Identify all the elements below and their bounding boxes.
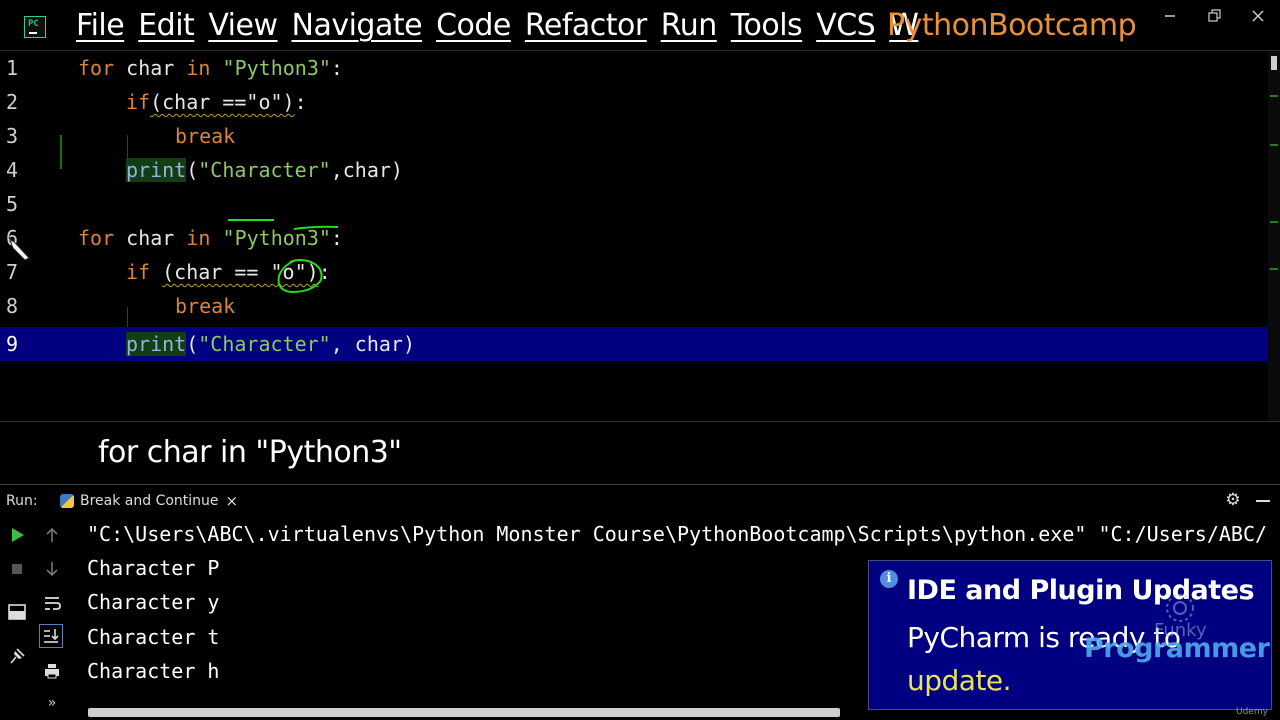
pycharm-logo-icon: PC — [24, 16, 46, 38]
down-arrow-icon[interactable] — [41, 558, 63, 580]
error-stripe-mark[interactable] — [1270, 95, 1278, 97]
minimize-icon[interactable] — [1256, 500, 1270, 502]
pin-icon[interactable] — [6, 645, 28, 667]
run-toolbar — [0, 517, 35, 720]
console-line: Character t — [87, 625, 220, 649]
title-bar: PC File Edit View Navigate Code Refactor… — [0, 0, 1280, 51]
soft-wrap-icon[interactable] — [41, 592, 63, 614]
line-number: 9 — [6, 332, 19, 356]
code-text: for char in "Python3": — [78, 56, 343, 80]
menu-vcs[interactable]: VCS — [816, 6, 876, 46]
run-label: Run: — [6, 493, 38, 509]
console-line: Character h — [87, 659, 220, 683]
close-window-icon[interactable] — [1248, 6, 1268, 26]
menu-tools[interactable]: Tools — [731, 6, 803, 46]
caption-bar: for char in "Python3" — [0, 421, 1280, 484]
error-stripe-mark[interactable] — [1270, 144, 1278, 146]
menu-navigate[interactable]: Navigate — [292, 6, 423, 46]
menu-file[interactable]: File — [76, 6, 125, 46]
more-actions-icon[interactable]: » — [41, 695, 63, 717]
info-icon: i — [880, 570, 898, 588]
menu-run[interactable]: Run — [661, 6, 718, 46]
code-text: for char in "Python3": — [78, 226, 343, 250]
update-link[interactable]: update. — [907, 664, 1012, 697]
run-tab-label: Break and Continue — [80, 493, 219, 509]
console-line: Character P — [87, 556, 220, 580]
console-line: Character y — [87, 590, 220, 614]
console-toolbar: » — [34, 517, 70, 720]
line-number: 8 — [6, 294, 19, 318]
line-number: 1 — [6, 56, 19, 80]
code-line[interactable]: 4 print("Character",char) — [0, 153, 1268, 187]
current-code-line[interactable]: 9 print("Character", char) — [0, 327, 1268, 361]
code-line[interactable]: 1 for char in "Python3": — [0, 51, 1268, 85]
code-text: if (char == "o"): — [126, 260, 331, 284]
run-tab-break-and-continue[interactable]: Break and Continue × — [52, 485, 247, 519]
code-line[interactable]: 8 break — [0, 289, 1268, 323]
minimize-window-icon[interactable] — [1160, 6, 1180, 26]
notification-title: IDE and Plugin Updates — [907, 575, 1255, 606]
watermark-text: Programmer — [1084, 633, 1270, 664]
code-line[interactable]: 2 if(char =="o"): — [0, 85, 1268, 119]
code-editor[interactable]: 1 for char in "Python3": 2 if(char =="o"… — [0, 51, 1280, 421]
code-text: break — [175, 294, 236, 318]
code-line[interactable]: 5 — [0, 187, 1268, 221]
menu-edit[interactable]: Edit — [138, 6, 195, 46]
code-text: if(char =="o"): — [126, 90, 307, 114]
menu-refactor[interactable]: Refactor — [525, 6, 647, 46]
console-horizontal-scrollbar[interactable] — [88, 708, 840, 717]
editor-scrollbar[interactable] — [1268, 51, 1280, 421]
gear-icon[interactable]: ⚙ — [1224, 491, 1242, 509]
line-number: 3 — [6, 124, 19, 148]
line-number: 6 — [6, 226, 19, 250]
scroll-thumb[interactable] — [1271, 56, 1277, 70]
close-tab-icon[interactable]: × — [226, 492, 239, 510]
line-number: 7 — [6, 260, 19, 284]
run-toolwindow-header: Run: Break and Continue × ⚙ — [0, 484, 1280, 519]
menu-code[interactable]: Code — [436, 6, 511, 46]
error-stripe-mark[interactable] — [1270, 268, 1278, 270]
run-icon[interactable] — [6, 524, 28, 546]
restore-window-icon[interactable] — [1204, 6, 1224, 26]
code-line[interactable]: 6 for char in "Python3": — [0, 221, 1268, 255]
stop-icon[interactable] — [6, 558, 28, 580]
caption-text: for char in "Python3" — [98, 435, 402, 470]
scroll-to-end-icon[interactable] — [39, 624, 63, 648]
udemy-watermark: Udemy — [1236, 707, 1268, 717]
code-text: break — [175, 124, 236, 148]
menu-view[interactable]: View — [208, 6, 278, 46]
main-menu: File Edit View Navigate Code Refactor Ru… — [76, 6, 932, 46]
error-stripe-mark[interactable] — [1270, 221, 1278, 223]
layout-icon[interactable] — [6, 601, 28, 623]
change-marker — [60, 135, 62, 169]
print-icon[interactable] — [41, 660, 63, 682]
console-line: "C:\Users\ABC\.virtualenvs\Python Monste… — [87, 522, 1268, 546]
up-arrow-icon[interactable] — [41, 524, 63, 546]
code-text: print("Character",char) — [126, 158, 403, 182]
line-number: 4 — [6, 158, 19, 182]
project-title: PythonBootcamp — [887, 8, 1137, 43]
code-line[interactable]: 3 break — [0, 119, 1268, 153]
line-number: 2 — [6, 90, 19, 114]
code-text: print("Character", char) — [126, 332, 416, 356]
python-icon — [60, 494, 74, 508]
code-line[interactable]: 7 if (char == "o"): — [0, 255, 1268, 289]
line-number: 5 — [6, 192, 19, 216]
